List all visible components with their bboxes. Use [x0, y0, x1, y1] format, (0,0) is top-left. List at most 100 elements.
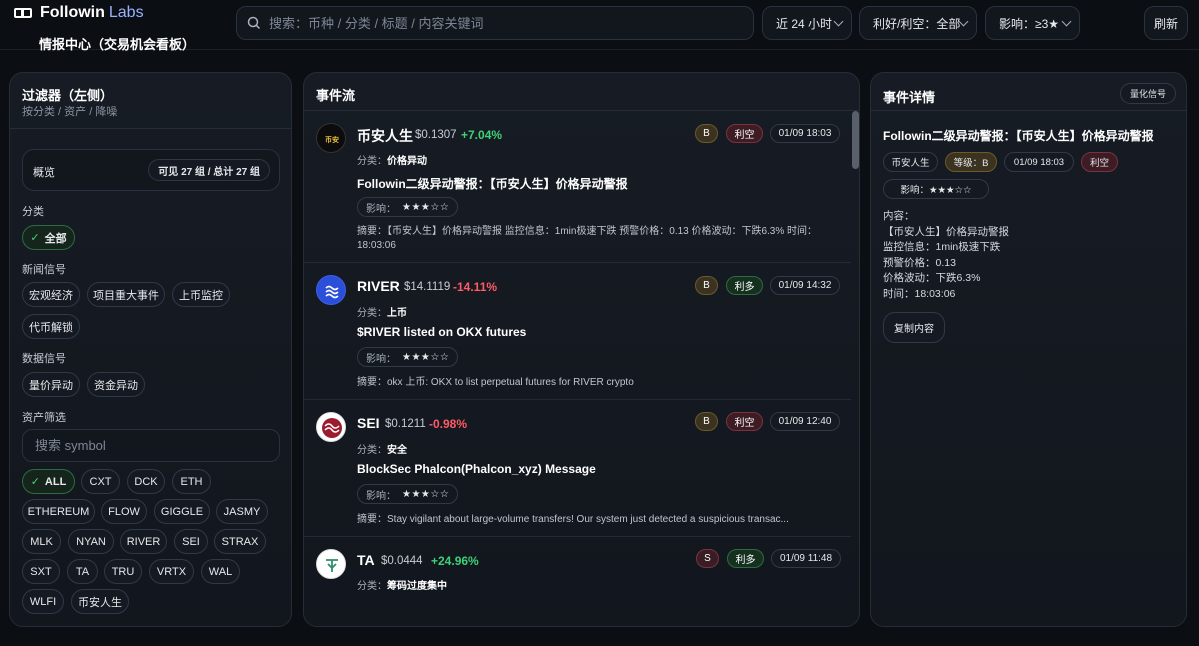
overview-box: 概览 可见 27 组 / 总计 27 组 [22, 149, 280, 191]
chevron-down-icon [1061, 16, 1072, 27]
category-label: 分类 [22, 206, 44, 218]
event-summary: 摘要：Stay vigilant about large-volume tran… [357, 514, 789, 525]
refresh-button[interactable]: 刷新 [1144, 6, 1188, 40]
asset-chip-all-label: ALL [44, 475, 67, 488]
feed-scrollbar[interactable] [852, 111, 859, 169]
asset-chip[interactable]: ETH [172, 469, 211, 494]
copy-content-button[interactable]: 复制内容 [883, 312, 945, 343]
news-chip-unlock[interactable]: 代币解锁 [22, 314, 80, 339]
asset-chip[interactable]: NYAN [68, 529, 114, 554]
asset-chip[interactable]: TA [67, 559, 98, 584]
impact-value: 影响：≥3★ [999, 16, 1060, 31]
asset-filter-label: 资产筛选 [22, 412, 66, 424]
event-card[interactable]: SEI $0.1211 -0.98% B 利空 01/09 12:40 分类：安… [304, 400, 851, 537]
time-badge: 01/09 11:48 [771, 549, 841, 568]
asset-chip[interactable]: FLOW [101, 499, 147, 524]
time-badge: 01/09 14:32 [770, 276, 840, 295]
symbol-search-input[interactable] [22, 429, 280, 462]
filter-panel-title: 过滤器（左侧） [22, 88, 114, 103]
event-symbol: TA [357, 552, 375, 568]
search-icon [247, 16, 261, 30]
event-feed-panel: 事件流 币安 币安人生 $0.1307 +7.04% B 利空 01/09 18… [303, 72, 860, 627]
sentiment-value: 利好/利空：全部 [873, 16, 961, 31]
filter-panel-subtitle: 按分类 / 资产 / 降噪 [22, 106, 118, 118]
asset-chip[interactable]: CXT [81, 469, 120, 494]
event-detail-panel: 事件详情 量化信号 Followin二级异动警报：【币安人生】价格异动警报 币安… [870, 72, 1187, 627]
event-change: -0.98% [429, 417, 468, 431]
asset-chip[interactable]: VRTX [149, 559, 194, 584]
filter-panel: 过滤器（左侧） 按分类 / 资产 / 降噪 概览 可见 27 组 / 总计 27… [9, 72, 292, 627]
time-badge: 01/09 12:40 [770, 412, 840, 431]
asset-chip[interactable]: SEI [174, 529, 208, 554]
asset-chip[interactable]: WLFI [22, 589, 64, 614]
grade-badge: B [695, 276, 718, 295]
asset-chip[interactable]: TRU [104, 559, 142, 584]
asset-chip[interactable]: WAL [201, 559, 240, 584]
grade-badge: B [695, 412, 718, 431]
asset-chip[interactable]: GIGGLE [154, 499, 210, 524]
asset-chip[interactable]: JASMY [216, 499, 268, 524]
star-rating-icon: ★★★☆☆ [402, 488, 450, 500]
sei-token-icon [316, 412, 346, 442]
detail-grade-chip: 等级：B [945, 152, 997, 172]
grade-badge: B [695, 124, 718, 143]
event-card[interactable]: RIVER $14.1119 -14.11% B 利多 01/09 14:32 … [304, 263, 851, 400]
event-category: 分类：价格异动 [357, 156, 427, 167]
followin-logo-icon [14, 8, 32, 18]
asset-chip[interactable]: ETHEREUM [22, 499, 95, 524]
detail-symbol-chip: 币安人生 [883, 152, 938, 172]
event-change: -14.11% [453, 280, 498, 294]
asset-chip-all[interactable]: ✓ ALL [22, 469, 75, 494]
detail-content: 内容： 【币安人生】价格异动警报 监控信息：1min极速下跌 预警价格：0.13 价格波… [883, 210, 1009, 300]
event-price: $0.1211 [385, 418, 426, 430]
page-subtitle: 情报中心（交易机会看板） [39, 37, 196, 52]
asset-chip[interactable]: DCK [127, 469, 165, 494]
divider [10, 128, 291, 129]
divider [871, 110, 1186, 111]
data-chip-fund-flow[interactable]: 资金异动 [87, 372, 145, 397]
impact-pill: 影响： ★★★☆☆ [357, 197, 459, 217]
event-title: $RIVER listed on OKX futures [357, 325, 527, 339]
brand[interactable]: Followin Labs [14, 4, 144, 22]
category-all-chip[interactable]: ✓ 全部 [22, 225, 75, 250]
bnb-life-token-icon: 币安 [316, 123, 346, 153]
grade-badge: S [696, 549, 719, 568]
impact-select[interactable]: 影响：≥3★ [985, 6, 1080, 40]
event-title: Followin二级异动警报：【币安人生】价格异动警报 [357, 177, 628, 191]
event-summary: 摘要：okx 上币: OKX to list perpetual futures… [357, 377, 634, 388]
event-card[interactable]: 币安 币安人生 $0.1307 +7.04% B 利空 01/09 18:03 … [304, 111, 851, 263]
river-token-icon [316, 275, 346, 305]
svg-text:币安: 币安 [325, 135, 339, 144]
top-bar: Followin Labs 情报中心（交易机会看板） 近 24 小时 利好/利空… [0, 0, 1199, 52]
data-signal-label: 数据信号 [22, 353, 66, 365]
news-chip-listing[interactable]: 上币监控 [172, 282, 230, 307]
sentiment-select[interactable]: 利好/利空：全部 [859, 6, 977, 40]
sentiment-badge: 利多 [727, 549, 764, 568]
search-input[interactable] [269, 15, 729, 31]
news-chip-project-event[interactable]: 项目重大事件 [87, 282, 165, 307]
event-change: +24.96% [431, 554, 479, 568]
overview-count-badge: 可见 27 组 / 总计 27 组 [148, 159, 270, 181]
asset-chip[interactable]: STRAX [214, 529, 266, 554]
search-bar[interactable] [236, 6, 754, 40]
news-chip-macro[interactable]: 宏观经济 [22, 282, 80, 307]
event-price: $0.1307 [415, 129, 457, 141]
event-symbol: RIVER [357, 278, 400, 294]
time-range-select[interactable]: 近 24 小时 [762, 6, 852, 40]
time-range-value: 近 24 小时 [776, 16, 833, 31]
asset-chip[interactable]: RIVER [120, 529, 167, 554]
asset-chip[interactable]: SXT [22, 559, 60, 584]
ta-token-icon [316, 549, 346, 579]
data-chip-price-volume[interactable]: 量价异动 [22, 372, 80, 397]
detail-headline: Followin二级异动警报：【币安人生】价格异动警报 [883, 129, 1154, 143]
asset-chip[interactable]: MLK [22, 529, 61, 554]
impact-pill: 影响： ★★★☆☆ [357, 484, 459, 504]
impact-label: 影响： [366, 203, 396, 215]
asset-chip[interactable]: 币安人生 [71, 589, 129, 614]
category-all-label: 全部 [44, 232, 67, 245]
event-symbol: SEI [357, 415, 380, 431]
event-card[interactable]: TA $0.0444 +24.96% S 利多 01/09 11:48 分类：筹… [304, 537, 851, 626]
check-icon: ✓ [30, 476, 40, 488]
detail-time-chip: 01/09 18:03 [1004, 152, 1074, 172]
sentiment-badge: 利空 [726, 412, 763, 431]
